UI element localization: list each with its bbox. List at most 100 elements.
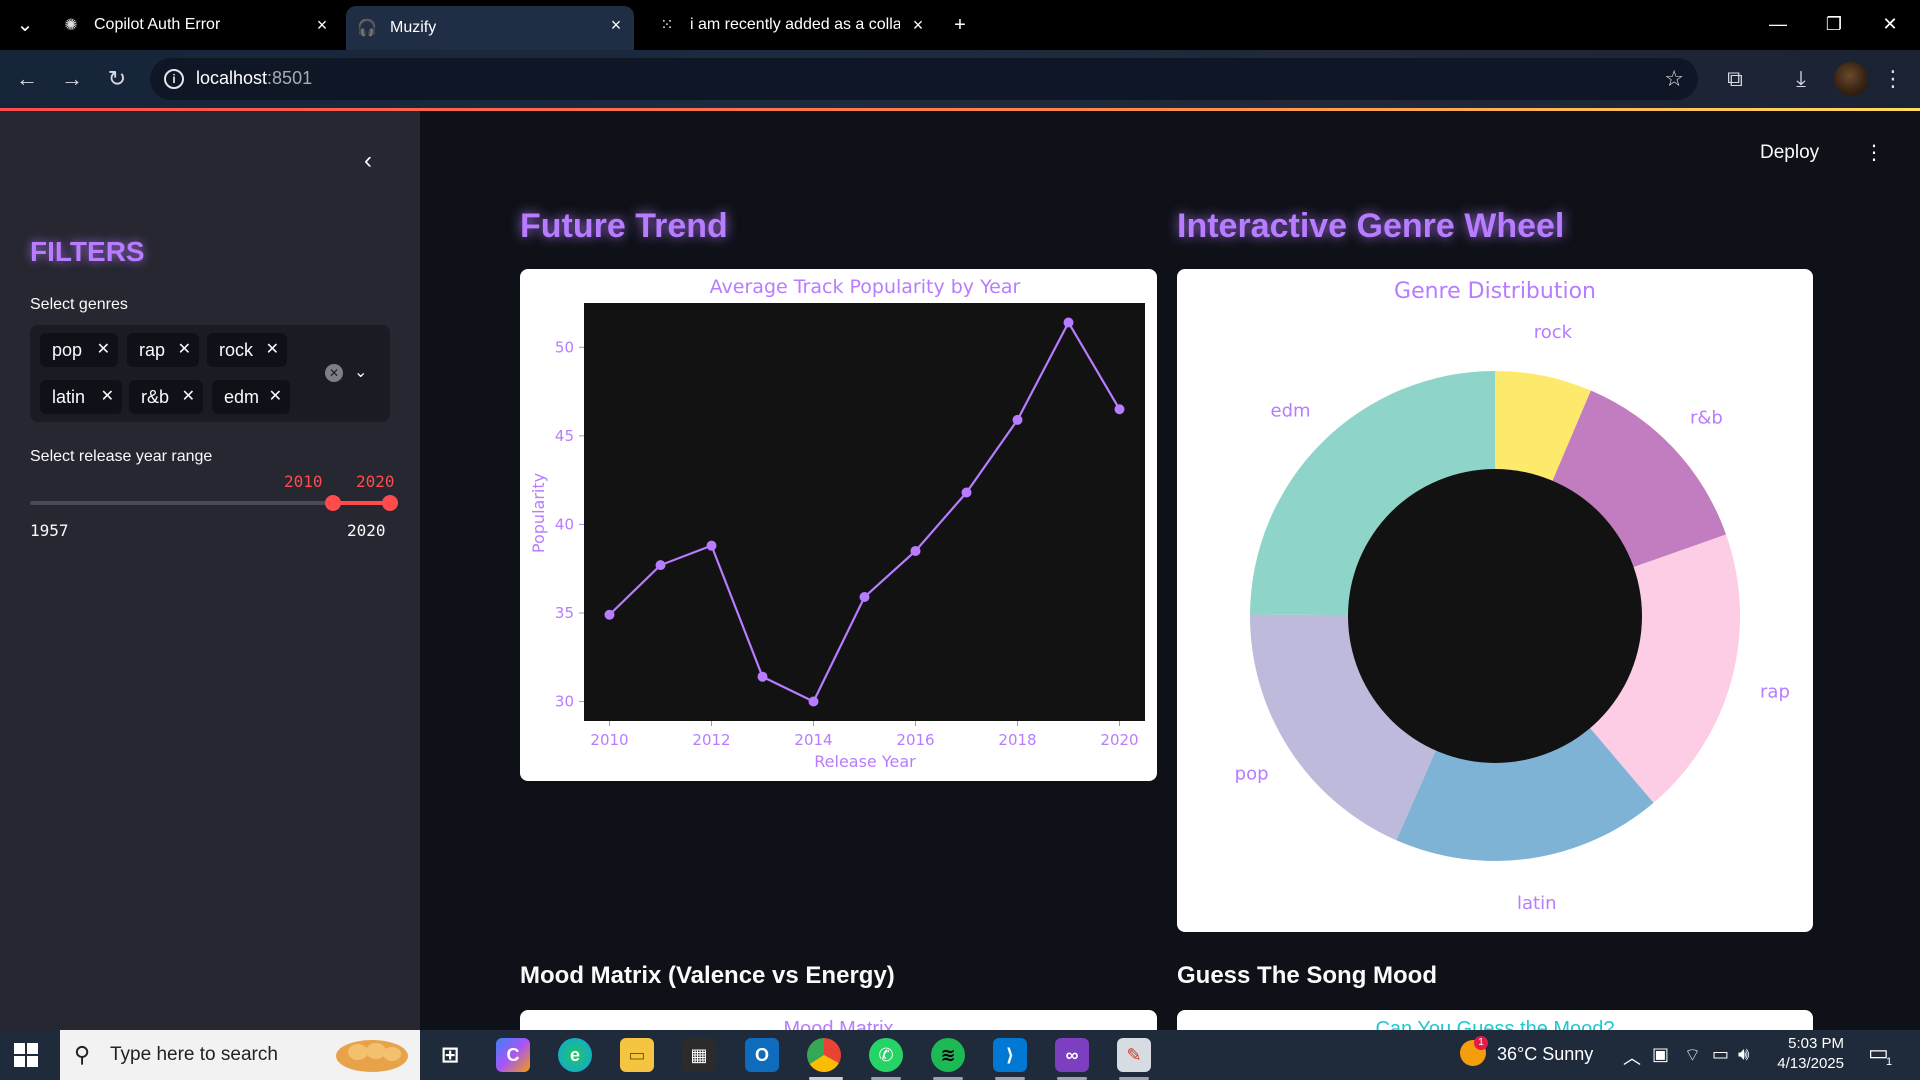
popularity-point[interactable]	[1012, 414, 1023, 425]
window-close-icon[interactable]: ✕	[1868, 8, 1912, 40]
wifi-icon[interactable]: ⌔	[1684, 1044, 1701, 1067]
year-slider-low-handle[interactable]	[325, 495, 341, 511]
tab-copilot-auth-error[interactable]: ✺ Copilot Auth Error ×	[50, 6, 340, 44]
clear-all-icon[interactable]: ✕	[325, 364, 343, 382]
tray-overflow-chevron-icon[interactable]: ︿	[1623, 1044, 1641, 1070]
popularity-point[interactable]	[655, 560, 666, 571]
back-arrow-icon[interactable]: ←	[10, 62, 44, 96]
extensions-puzzle-icon[interactable]: ⧉	[1718, 62, 1752, 96]
profile-avatar[interactable]	[1834, 62, 1868, 96]
popularity-point[interactable]	[808, 696, 819, 707]
remove-chip-icon[interactable]: ✕	[269, 380, 282, 414]
chrome-icon[interactable]	[807, 1038, 841, 1072]
file-explorer-icon[interactable]: ▭	[620, 1038, 654, 1072]
openai-icon: ✺	[64, 17, 78, 34]
outlook-icon[interactable]: O	[745, 1038, 779, 1072]
genre-chip-edm[interactable]: edm ✕	[212, 380, 290, 414]
vscode-icon[interactable]: ⟩	[993, 1038, 1027, 1072]
genre-wheel-title: Interactive Genre Wheel	[1177, 207, 1565, 245]
tab-search-chevron-icon[interactable]: ⌄	[10, 10, 40, 40]
search-icon: ⚲	[74, 1042, 91, 1067]
remove-chip-icon[interactable]: ✕	[266, 333, 279, 367]
collapse-sidebar-chevron-icon[interactable]: ‹	[355, 148, 381, 174]
spotify-icon[interactable]: ≋	[931, 1038, 965, 1072]
slider-high-value: 2020	[356, 472, 395, 491]
minimize-icon[interactable]: —	[1756, 8, 1800, 40]
site-info-icon[interactable]: i	[164, 69, 184, 89]
x-axis-label: Release Year	[814, 752, 916, 771]
slice-label: rap	[1760, 682, 1790, 703]
slider-min-label: 1957	[30, 521, 69, 540]
url-text[interactable]: localhost:8501	[196, 68, 312, 89]
taskbar-search-box[interactable]: ⚲ Type here to search	[60, 1030, 420, 1080]
popularity-point[interactable]	[1114, 404, 1125, 415]
taskbar-clock[interactable]: 5:03 PM 4/13/2025	[1762, 1034, 1844, 1074]
slider-low-value: 2010	[284, 472, 323, 491]
slice-label: r&b	[1690, 407, 1723, 428]
remove-chip-icon[interactable]: ✕	[97, 333, 110, 367]
weather-text[interactable]: 36°C Sunny	[1497, 1044, 1593, 1065]
remove-chip-icon[interactable]: ✕	[101, 380, 114, 414]
battery-icon[interactable]: ▭	[1712, 1044, 1729, 1065]
forward-arrow-icon[interactable]: →	[55, 62, 89, 96]
genre-chip-pop[interactable]: pop ✕	[40, 333, 118, 367]
address-bar[interactable]: i localhost:8501 ☆	[150, 58, 1698, 100]
y-tick-label: 50	[555, 338, 574, 356]
popularity-point[interactable]	[604, 609, 615, 620]
paint-icon[interactable]: ✎	[1117, 1038, 1151, 1072]
tab-title: Copilot Auth Error	[94, 16, 221, 33]
tab-collab[interactable]: ⁙ i am recently added as a collabo ×	[646, 6, 936, 44]
close-tab-icon[interactable]: ×	[606, 15, 626, 35]
popularity-point[interactable]	[1063, 317, 1074, 328]
close-tab-icon[interactable]: ×	[908, 15, 928, 35]
x-tick-label: 2010	[590, 731, 628, 749]
dropdown-chevron-icon[interactable]: ⌄	[354, 362, 367, 382]
clock-date: 4/13/2025	[1777, 1055, 1844, 1072]
y-tick-label: 40	[555, 515, 574, 533]
copilot-icon[interactable]: C	[496, 1038, 530, 1072]
app-menu-icon[interactable]: ⋮	[1864, 140, 1884, 165]
chip-label: pop	[52, 340, 83, 360]
whatsapp-icon[interactable]: ✆	[869, 1038, 903, 1072]
browser-menu-icon[interactable]: ⋮	[1876, 62, 1910, 96]
microsoft-store-icon[interactable]: ▦	[682, 1038, 716, 1072]
restore-icon[interactable]: ❐	[1812, 8, 1856, 40]
popularity-point[interactable]	[961, 487, 972, 498]
genre-chip-rock[interactable]: rock ✕	[207, 333, 287, 367]
popularity-point[interactable]	[706, 540, 717, 551]
slice-label: edm	[1271, 400, 1311, 421]
volume-icon[interactable]: 🔊︎	[1738, 1044, 1749, 1065]
remove-chip-icon[interactable]: ✕	[182, 380, 195, 414]
edge-icon[interactable]: e	[558, 1038, 592, 1072]
visual-studio-icon[interactable]: ∞	[1055, 1038, 1089, 1072]
popularity-point[interactable]	[757, 671, 768, 682]
genre-chip-latin[interactable]: latin ✕	[40, 380, 122, 414]
mood-matrix-card: Mood Matrix	[520, 1010, 1157, 1032]
download-icon[interactable]: ⤓	[1784, 62, 1818, 96]
deploy-button[interactable]: Deploy	[1760, 142, 1819, 164]
browser-tab-strip: ⌄ ✺ Copilot Auth Error × 🎧 Muzify × ⁙ i …	[0, 0, 1920, 50]
windows-start-icon[interactable]	[14, 1043, 38, 1067]
remove-chip-icon[interactable]: ✕	[178, 333, 191, 367]
x-tick-label: 2018	[998, 731, 1036, 749]
popularity-line-chart[interactable]: Average Track Popularity by Year 2010 201…	[520, 269, 1157, 781]
guess-mood-title: Guess The Song Mood	[1177, 962, 1438, 989]
popularity-point[interactable]	[910, 545, 921, 556]
slice-label: rock	[1534, 322, 1573, 343]
slice-label: pop	[1235, 764, 1269, 785]
close-tab-icon[interactable]: ×	[312, 15, 332, 35]
task-view-icon[interactable]: ⊞	[433, 1038, 467, 1072]
genre-chip-rnb[interactable]: r&b ✕	[129, 380, 203, 414]
year-slider-high-handle[interactable]	[382, 495, 398, 511]
x-tick-label: 2012	[692, 731, 730, 749]
genre-donut-chart[interactable]: Genre Distribution rock r&b rap latin pop edm	[1177, 269, 1813, 932]
new-tab-plus-icon[interactable]: +	[945, 10, 975, 40]
tab-muzify[interactable]: 🎧 Muzify ×	[346, 6, 634, 50]
genre-chip-rap[interactable]: rap ✕	[127, 333, 199, 367]
reload-icon[interactable]: ↻	[100, 62, 134, 96]
chip-label: latin	[52, 387, 86, 407]
popularity-point[interactable]	[859, 592, 870, 603]
meet-now-icon[interactable]: ▣	[1652, 1044, 1669, 1065]
chart-title: Genre Distribution	[1394, 279, 1596, 304]
bookmark-star-icon[interactable]: ☆	[1664, 66, 1684, 92]
